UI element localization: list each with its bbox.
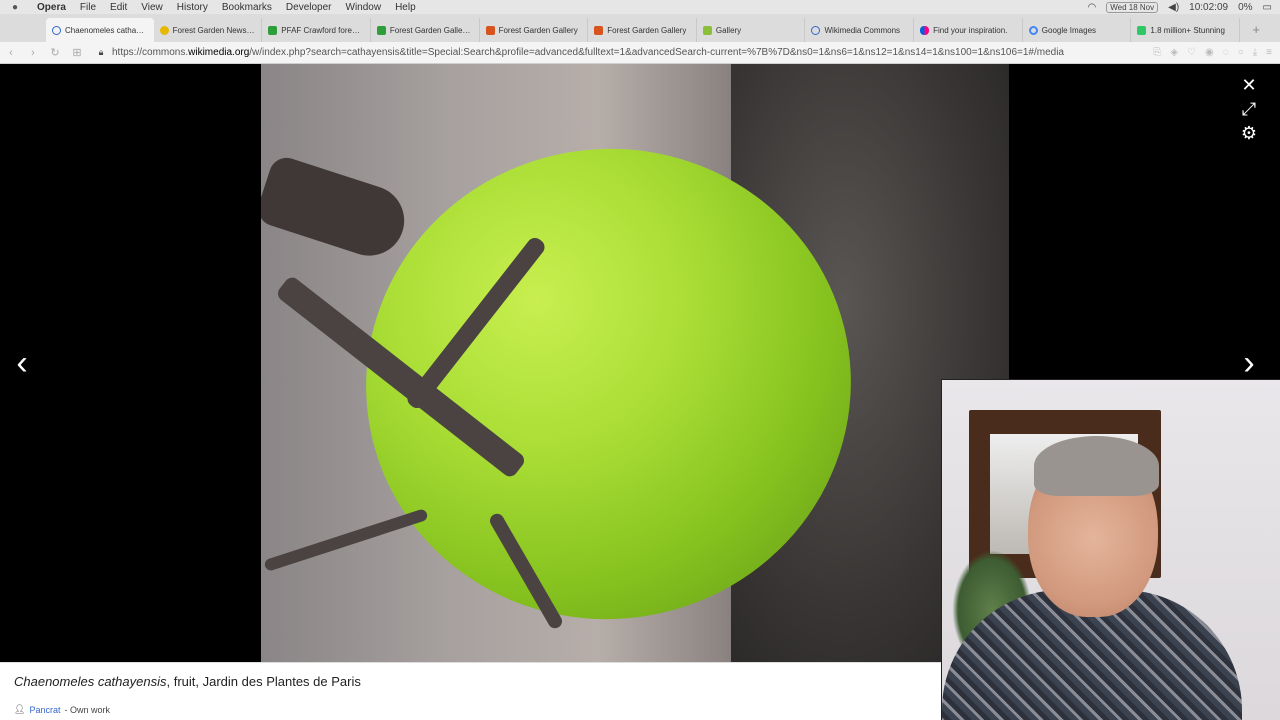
google-favicon-icon: [1028, 25, 1038, 35]
pfaf-favicon-icon: [376, 25, 386, 35]
tab-chaenomeles[interactable]: Chaenomeles cathayensis: [46, 18, 154, 42]
image-caption: Chaenomeles cathayensis, fruit, Jardin d…: [14, 674, 361, 689]
menu-view[interactable]: View: [134, 2, 170, 13]
address-bar: ‹ › ↻ ⊞ 🔒︎ https://commons.wikimedia.org…: [0, 42, 1280, 64]
tab-pfaf-crawford[interactable]: PFAF Crawford forest ga: [262, 18, 371, 42]
download-icon[interactable]: ⤓: [1253, 47, 1257, 58]
tab-label: Chaenomeles cathayensis: [65, 25, 148, 35]
quince-fruit-photo: [261, 64, 1009, 662]
wikimedia-favicon-icon: [52, 25, 61, 35]
author-link[interactable]: Pancrat: [29, 705, 60, 715]
battery-icon[interactable]: ▭: [1263, 2, 1272, 13]
next-image-arrow-icon[interactable]: ›: [1236, 346, 1262, 380]
wikimedia-favicon-icon: [811, 25, 821, 35]
pfaf-favicon-icon: [268, 25, 278, 35]
tab-forest-garden-gallery-3[interactable]: Forest Garden Gallery: [588, 18, 697, 42]
new-tab-icon[interactable]: +: [1252, 22, 1260, 37]
menubar-clock[interactable]: 10:02:09: [1189, 2, 1228, 13]
address-bar-actions: ⎘ ◈ ♡ ◉ ◌ ○ ⤓ ≡: [1145, 47, 1280, 58]
menu-file[interactable]: File: [73, 2, 103, 13]
tab-label: PFAF Crawford forest ga: [281, 25, 364, 35]
extension-icon[interactable]: ◉: [1205, 47, 1214, 58]
back-arrow-icon[interactable]: ‹: [0, 47, 22, 59]
apple-menu-icon[interactable]: ●: [0, 2, 30, 13]
easy-setup-icon[interactable]: ○: [1238, 47, 1244, 58]
menubar-status-area: ◠ Wed 18 Nov ◀) 10:02:09 0% ▭: [1088, 1, 1280, 13]
wifi-icon[interactable]: ◠: [1088, 2, 1097, 13]
webcam-presenter-overlay: [941, 379, 1280, 720]
forward-arrow-icon[interactable]: ›: [22, 47, 44, 59]
caption-species: Chaenomeles cathayensis: [14, 674, 167, 689]
snapshot-icon[interactable]: ⎘: [1153, 47, 1161, 58]
tab-find-your-inspiration[interactable]: Find your inspiration.: [914, 18, 1023, 42]
menu-window[interactable]: Window: [339, 2, 389, 13]
menu-help[interactable]: Help: [388, 2, 423, 13]
tab-label: Forest Garden Gallery: [498, 25, 578, 35]
gallery-favicon-icon: [485, 25, 495, 35]
adblock-icon[interactable]: ◌: [1223, 47, 1229, 58]
menu-developer[interactable]: Developer: [279, 2, 339, 13]
previous-image-arrow-icon[interactable]: ‹: [9, 346, 35, 380]
image-credit: 👤︎ Pancrat - Own work: [14, 704, 110, 715]
tab-forest-garden-gallery-1[interactable]: Forest Garden Gallery o: [371, 18, 480, 42]
tab-label: Forest Garden Gallery o: [389, 25, 473, 35]
settings-gear-icon[interactable]: ⚙: [1238, 124, 1260, 142]
menubar-date[interactable]: Wed 18 Nov: [1106, 1, 1159, 13]
tab-wikimedia-commons[interactable]: Wikimedia Commons: [805, 18, 915, 42]
tab-stunning-images[interactable]: 1.8 million+ Stunning: [1131, 18, 1241, 42]
battery-percent[interactable]: 0%: [1238, 2, 1252, 13]
tab-label: Forest Garden News —: [172, 25, 256, 35]
menu-history[interactable]: History: [170, 2, 215, 13]
gallery-favicon-icon: [594, 25, 604, 35]
macos-menu-bar: ● Opera File Edit View History Bookmarks…: [0, 0, 1280, 14]
menu-edit[interactable]: Edit: [103, 2, 134, 13]
menu-icon[interactable]: ≡: [1266, 47, 1272, 58]
browser-tab-bar: Chaenomeles cathayensis Forest Garden Ne…: [0, 14, 1280, 42]
bookmark-heart-icon[interactable]: ♡: [1187, 47, 1196, 58]
tab-label: Google Images: [1041, 25, 1097, 35]
url-domain: wikimedia.org: [188, 47, 250, 58]
close-icon[interactable]: ✕: [1238, 76, 1260, 94]
branch-shape: [263, 508, 429, 572]
user-icon: 👤︎: [14, 704, 26, 714]
tab-forest-garden-news[interactable]: Forest Garden News —: [154, 18, 263, 42]
tab-forest-garden-gallery-2[interactable]: Forest Garden Gallery: [480, 18, 589, 42]
tab-label: Gallery: [715, 25, 742, 35]
url-prefix: https://commons.: [112, 47, 189, 58]
tab-gallery[interactable]: Gallery: [697, 18, 806, 42]
fullscreen-icon[interactable]: ⤢: [1238, 100, 1260, 118]
flickr-favicon-icon: [920, 25, 930, 35]
tab-label: Forest Garden Gallery: [607, 25, 687, 35]
tab-label: Find your inspiration.: [933, 25, 1008, 35]
caption-description: , fruit, Jardin des Plantes de Paris: [166, 674, 361, 689]
lock-icon[interactable]: 🔒︎: [94, 47, 108, 58]
volume-icon[interactable]: ◀): [1168, 2, 1179, 13]
license-text: - Own work: [64, 704, 110, 715]
speed-dial-grid-icon[interactable]: ⊞: [66, 46, 88, 59]
tab-label: Wikimedia Commons: [824, 25, 901, 35]
reload-icon[interactable]: ↻: [44, 46, 66, 59]
news-favicon-icon: [159, 25, 169, 35]
branch-shape: [261, 153, 414, 265]
url-field[interactable]: https://commons.wikimedia.org/w/index.ph…: [108, 47, 1145, 58]
pixabay-favicon-icon: [1137, 25, 1147, 35]
presenter-hair: [1034, 436, 1159, 496]
gallery-favicon-icon: [702, 25, 712, 35]
menu-bookmarks[interactable]: Bookmarks: [215, 2, 279, 13]
tab-label: 1.8 million+ Stunning: [1150, 25, 1225, 35]
url-path: /w/index.php?search=cathayensis&title=Sp…: [249, 47, 1064, 58]
tab-google-images[interactable]: Google Images: [1023, 18, 1132, 42]
menu-app-opera[interactable]: Opera: [30, 2, 73, 13]
vpn-icon[interactable]: ◈: [1170, 47, 1178, 58]
